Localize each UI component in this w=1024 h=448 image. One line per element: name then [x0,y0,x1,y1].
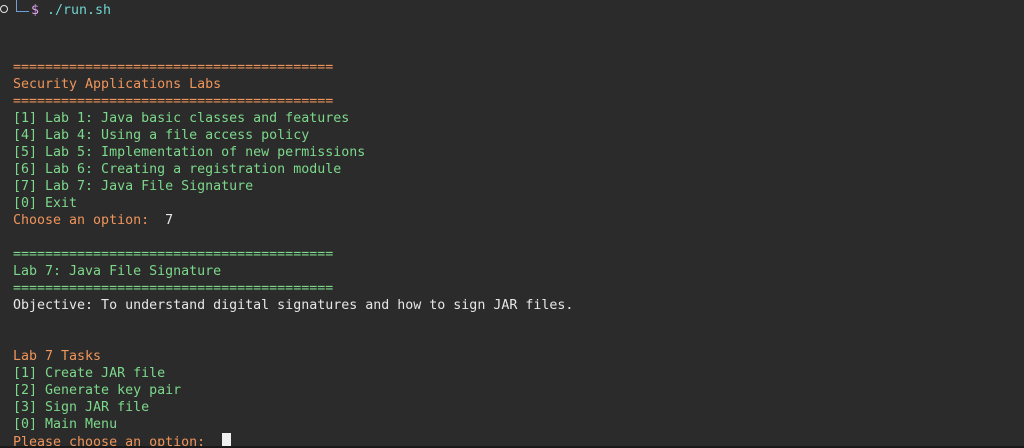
menu-title: Security Applications Labs [13,77,222,92]
status-dot-icon [0,5,8,13]
menu-item-lab7: [7] Lab 7: Java File Signature [13,179,254,194]
menu-choice-label: Choose an option: [13,213,158,228]
task-item-main-menu: [0] Main Menu [13,417,118,432]
menu-rule-bottom: ======================================== [13,94,334,109]
menu-item-exit: [0] Exit [13,196,78,211]
task-item-generate-key: [2] Generate key pair [13,383,182,398]
menu-item-lab1: [1] Lab 1: Java basic classes and featur… [13,111,350,126]
menu-item-lab5: [5] Lab 5: Implementation of new permiss… [13,145,366,160]
prompt-symbol: $ [31,2,40,18]
prompt-corner-icon [16,0,29,12]
lab-title: Lab 7: Java File Signature [13,264,222,279]
lab-rule-top: ======================================== [13,247,334,262]
shell-prompt-line: $ ./run.sh [0,0,1024,20]
menu-choice-value: 7 [157,213,174,228]
task-item-create-jar: [1] Create JAR file [13,366,166,381]
terminal-window[interactable]: $ ./run.sh =============================… [0,0,1024,448]
tasks-header: Lab 7 Tasks [13,349,102,364]
lab-rule-bottom: ======================================== [13,281,334,296]
task-item-sign-jar: [3] Sign JAR file [13,400,150,415]
menu-item-lab4: [4] Lab 4: Using a file access policy [13,128,310,143]
menu-rule-top: ======================================== [13,60,334,75]
menu-choice-line: Choose an option: 7 [13,212,1024,229]
menu-item-lab6: [6] Lab 6: Creating a registration modul… [13,162,342,177]
lab-objective: Objective: To understand digital signatu… [13,298,574,313]
shell-command: ./run.sh [39,2,112,18]
